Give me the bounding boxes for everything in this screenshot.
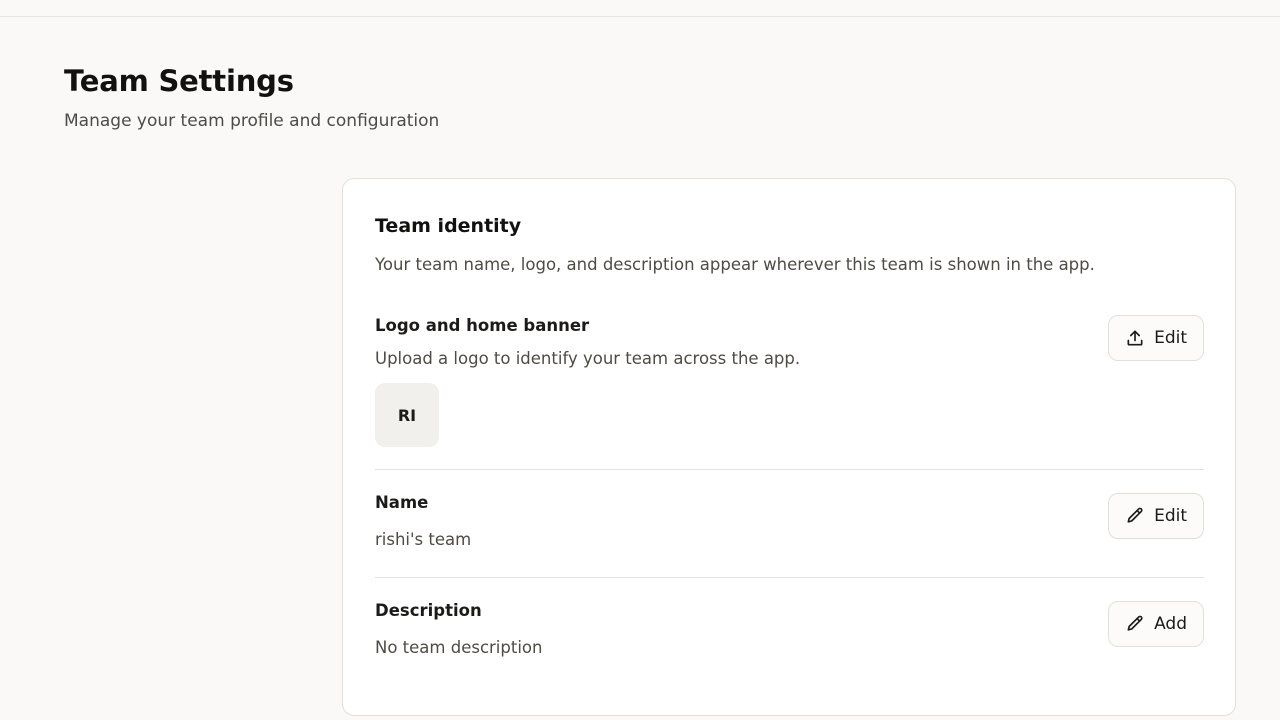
card-title: Team identity <box>375 215 522 237</box>
edit-name-button-label: Edit <box>1154 506 1187 526</box>
page-subtitle: Manage your team profile and configurati… <box>64 111 440 131</box>
name-section: Name rishi's team Edit <box>375 469 1204 578</box>
team-identity-card: Team identity Your team name, logo, and … <box>342 178 1236 716</box>
logo-section-label: Logo and home banner <box>375 316 590 335</box>
top-bar <box>0 0 1280 17</box>
team-logo: RI <box>375 383 439 447</box>
description-section-label: Description <box>375 601 482 620</box>
name-section-label: Name <box>375 493 429 512</box>
team-logo-initials: RI <box>397 405 417 425</box>
page-title: Team Settings <box>64 64 294 98</box>
edit-logo-button[interactable]: Edit <box>1108 315 1204 361</box>
team-description-value: No team description <box>375 638 543 657</box>
page-header: Team Settings Manage your team profile a… <box>64 62 439 132</box>
description-section: Description No team description Add <box>375 577 1204 686</box>
edit-logo-button-label: Edit <box>1154 328 1187 348</box>
pencil-icon <box>1125 614 1145 634</box>
logo-section: Logo and home banner Upload a logo to id… <box>375 315 1204 469</box>
team-name-value: rishi's team <box>375 530 472 549</box>
logo-section-helper: Upload a logo to identify your team acro… <box>375 349 801 368</box>
pencil-icon <box>1125 506 1145 526</box>
add-description-button-label: Add <box>1154 614 1187 634</box>
edit-name-button[interactable]: Edit <box>1108 493 1204 539</box>
card-description: Your team name, logo, and description ap… <box>375 255 1095 274</box>
add-description-button[interactable]: Add <box>1108 601 1204 647</box>
upload-icon <box>1125 328 1145 348</box>
